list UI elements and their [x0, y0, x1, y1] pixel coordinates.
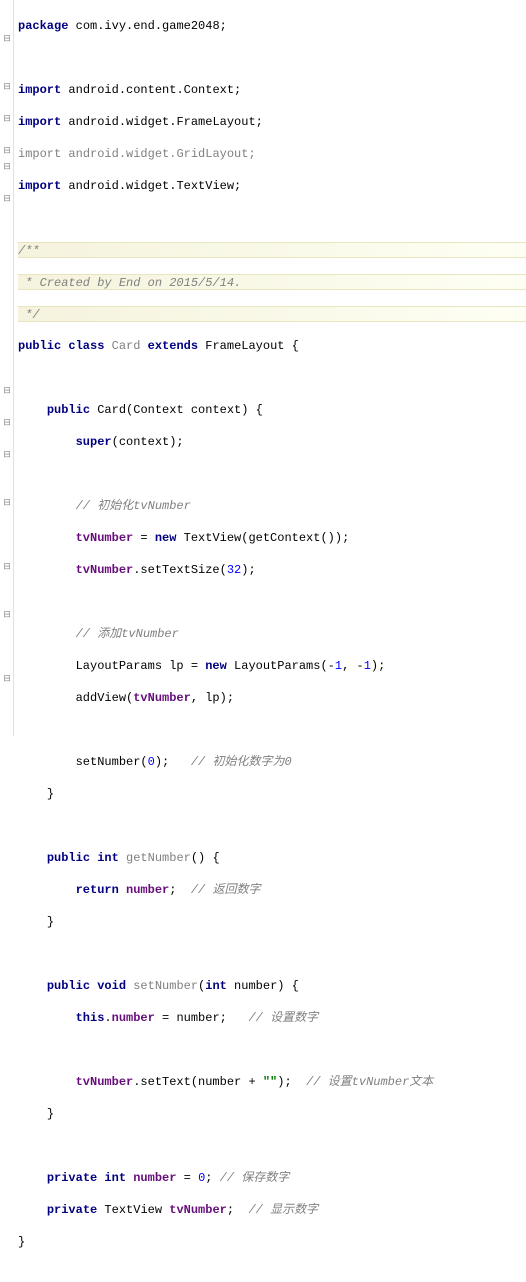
code-line: private TextView tvNumber; // 显示数字 [18, 1202, 526, 1218]
code-line: LayoutParams lp = new LayoutParams(-1, -… [18, 658, 526, 674]
code-line: private int number = 0; // 保存数字 [18, 1170, 526, 1186]
fold-icon[interactable]: ⊟ [2, 498, 12, 508]
code-line: package com.ivy.end.game2048; [18, 18, 526, 34]
code-line: import android.content.Context; [18, 82, 526, 98]
code-line: tvNumber = new TextView(getContext()); [18, 530, 526, 546]
code-line: } [18, 1234, 526, 1250]
fold-icon[interactable]: ⊟ [2, 162, 12, 172]
fold-icon[interactable]: ⊟ [2, 674, 12, 684]
code-line: public Card(Context context) { [18, 402, 526, 418]
fold-icon[interactable]: ⊟ [2, 146, 12, 156]
fold-icon[interactable]: ⊟ [2, 34, 12, 44]
code-line: // 添加tvNumber [18, 626, 526, 642]
fold-icon[interactable]: ⊟ [2, 562, 12, 572]
code-line: import android.widget.FrameLayout; [18, 114, 526, 130]
code-line: import android.widget.TextView; [18, 178, 526, 194]
doc-comment: */ [18, 306, 526, 322]
code-line: import android.widget.GridLayout; [18, 146, 526, 162]
code-line: setNumber(0); // 初始化数字为0 [18, 754, 526, 770]
code-line: addView(tvNumber, lp); [18, 690, 526, 706]
code-line: public class Card extends FrameLayout { [18, 338, 526, 354]
code-line: this.number = number; // 设置数字 [18, 1010, 526, 1026]
code-area[interactable]: package com.ivy.end.game2048; import and… [14, 0, 526, 736]
code-editor: ⊟ ⊟ ⊟ ⊟ ⊟ ⊟ ⊟ ⊟ ⊟ ⊟ ⊟ ⊟ ⊟ package com.iv… [0, 0, 526, 736]
code-line: return number; // 返回数字 [18, 882, 526, 898]
code-line: // 初始化tvNumber [18, 498, 526, 514]
gutter: ⊟ ⊟ ⊟ ⊟ ⊟ ⊟ ⊟ ⊟ ⊟ ⊟ ⊟ ⊟ ⊟ [0, 0, 14, 736]
fold-icon[interactable]: ⊟ [2, 386, 12, 396]
code-line: super(context); [18, 434, 526, 450]
code-line: public int getNumber() { [18, 850, 526, 866]
doc-comment: /** [18, 242, 526, 258]
fold-icon[interactable]: ⊟ [2, 418, 12, 428]
code-line: public void setNumber(int number) { [18, 978, 526, 994]
code-line: tvNumber.setTextSize(32); [18, 562, 526, 578]
code-line: } [18, 914, 526, 930]
fold-icon[interactable]: ⊟ [2, 450, 12, 460]
fold-icon[interactable]: ⊟ [2, 114, 12, 124]
fold-icon[interactable]: ⊟ [2, 194, 12, 204]
doc-comment: * Created by End on 2015/5/14. [18, 274, 526, 290]
code-line: } [18, 786, 526, 802]
code-line: } [18, 1106, 526, 1122]
fold-icon[interactable]: ⊟ [2, 610, 12, 620]
fold-icon[interactable]: ⊟ [2, 82, 12, 92]
code-line: tvNumber.setText(number + ""); // 设置tvNu… [18, 1074, 526, 1090]
